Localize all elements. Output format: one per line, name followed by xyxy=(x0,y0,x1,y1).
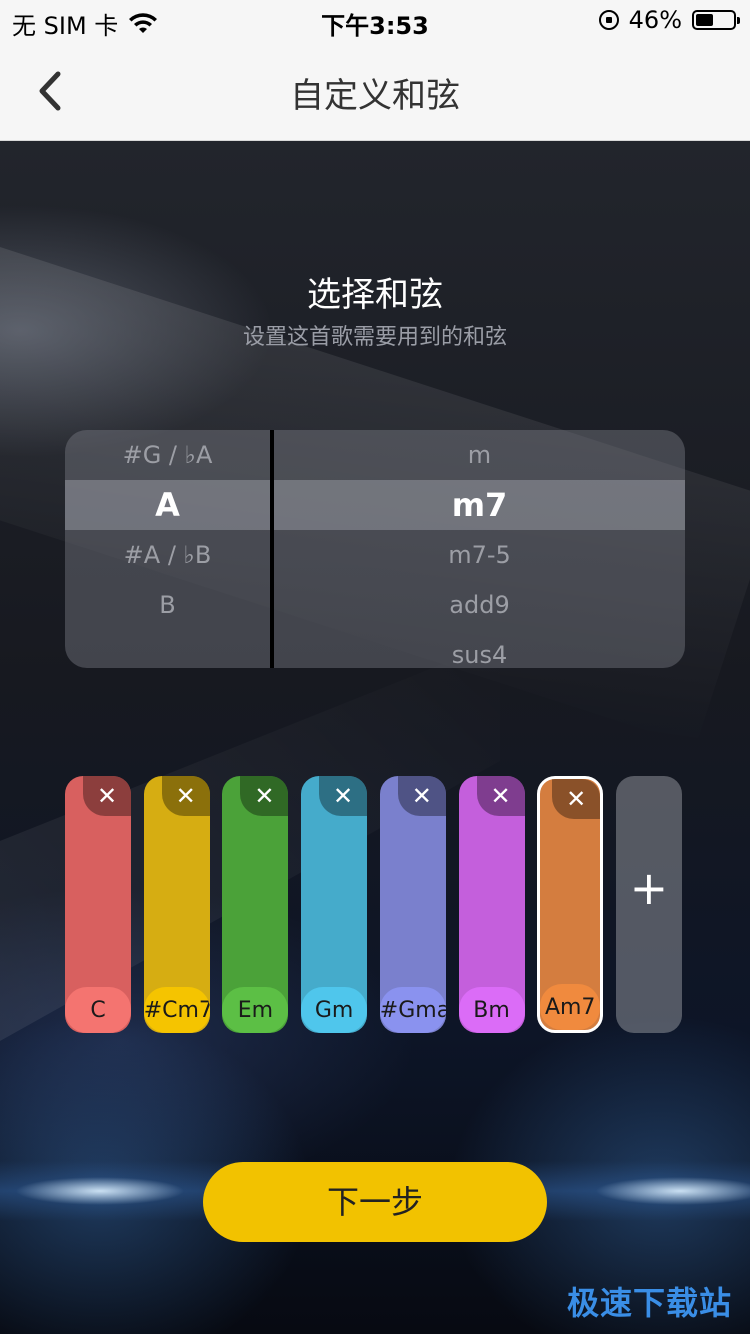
remove-chord-icon[interactable]: ✕ xyxy=(161,776,210,816)
chord-stage: 选择和弦 设置这首歌需要用到的和弦 #G / ♭A A #A / ♭B B m m7 m7… xyxy=(0,141,750,1334)
remove-chord-icon[interactable]: ✕ xyxy=(552,779,601,819)
root-option[interactable]: #G / ♭A xyxy=(65,430,270,480)
chord-card-label: #Gma xyxy=(379,987,446,1033)
chord-card[interactable]: ✕ Gm xyxy=(301,776,368,1033)
remove-chord-icon[interactable]: ✕ xyxy=(83,776,131,816)
chord-list: ✕ C ✕ #Cm7 ✕ Em ✕ Gm ✕ #Gma ✕ Bm ✕ Am7 + xyxy=(0,776,750,1036)
chord-card[interactable]: ✕ #Cm7 xyxy=(143,776,210,1033)
status-right: 46% xyxy=(598,6,740,34)
chord-card[interactable]: ✕ Am7 xyxy=(537,776,604,1033)
rotation-lock-icon xyxy=(598,10,619,30)
plus-icon: + xyxy=(629,861,669,915)
chord-card-label: C xyxy=(65,987,131,1033)
quality-option[interactable]: add9 xyxy=(274,580,685,630)
chord-picker[interactable]: #G / ♭A A #A / ♭B B m m7 m7-5 add9 sus4 xyxy=(65,430,685,668)
root-note-column[interactable]: #G / ♭A A #A / ♭B B xyxy=(65,430,270,668)
next-step-button[interactable]: 下一步 xyxy=(203,1162,547,1242)
chord-card-label: Gm xyxy=(301,987,368,1033)
section-title: 选择和弦 xyxy=(307,275,443,315)
chord-card[interactable]: ✕ Em xyxy=(222,776,289,1033)
chord-quality-column[interactable]: m m7 m7-5 add9 sus4 xyxy=(274,430,685,668)
battery-percent: 46% xyxy=(628,6,682,34)
add-chord-button[interactable]: + xyxy=(615,776,682,1033)
root-option[interactable]: #A / ♭B xyxy=(65,530,270,580)
page-title: 自定义和弦 xyxy=(290,76,460,116)
remove-chord-icon[interactable]: ✕ xyxy=(240,776,289,816)
quality-option[interactable]: m xyxy=(274,430,685,480)
root-option[interactable]: A xyxy=(65,480,270,530)
remove-chord-icon[interactable]: ✕ xyxy=(319,776,368,816)
chord-card[interactable]: ✕ C xyxy=(65,776,131,1033)
chord-card-label: Em xyxy=(222,987,289,1033)
battery-icon xyxy=(692,10,740,30)
nav-bar: 自定义和弦 xyxy=(0,40,750,141)
quality-option[interactable]: m7 xyxy=(274,480,685,530)
status-bar: 无 SIM 卡 下午3:53 46% xyxy=(0,0,750,40)
remove-chord-icon[interactable]: ✕ xyxy=(397,776,446,816)
chord-card[interactable]: ✕ Bm xyxy=(458,776,525,1033)
quality-option[interactable]: sus4 xyxy=(274,630,685,668)
chord-card-label: #Cm7 xyxy=(143,987,210,1033)
chord-card-label: Am7 xyxy=(540,984,601,1030)
root-option[interactable]: B xyxy=(65,580,270,630)
remove-chord-icon[interactable]: ✕ xyxy=(476,776,525,816)
section-subtitle: 设置这首歌需要用到的和弦 xyxy=(242,325,507,350)
root-option[interactable] xyxy=(65,630,270,668)
chord-card[interactable]: ✕ #Gma xyxy=(379,776,446,1033)
chord-card-label: Bm xyxy=(458,987,525,1033)
quality-option[interactable]: m7-5 xyxy=(274,530,685,580)
watermark-logo: 极速下载站 xyxy=(566,1284,732,1322)
